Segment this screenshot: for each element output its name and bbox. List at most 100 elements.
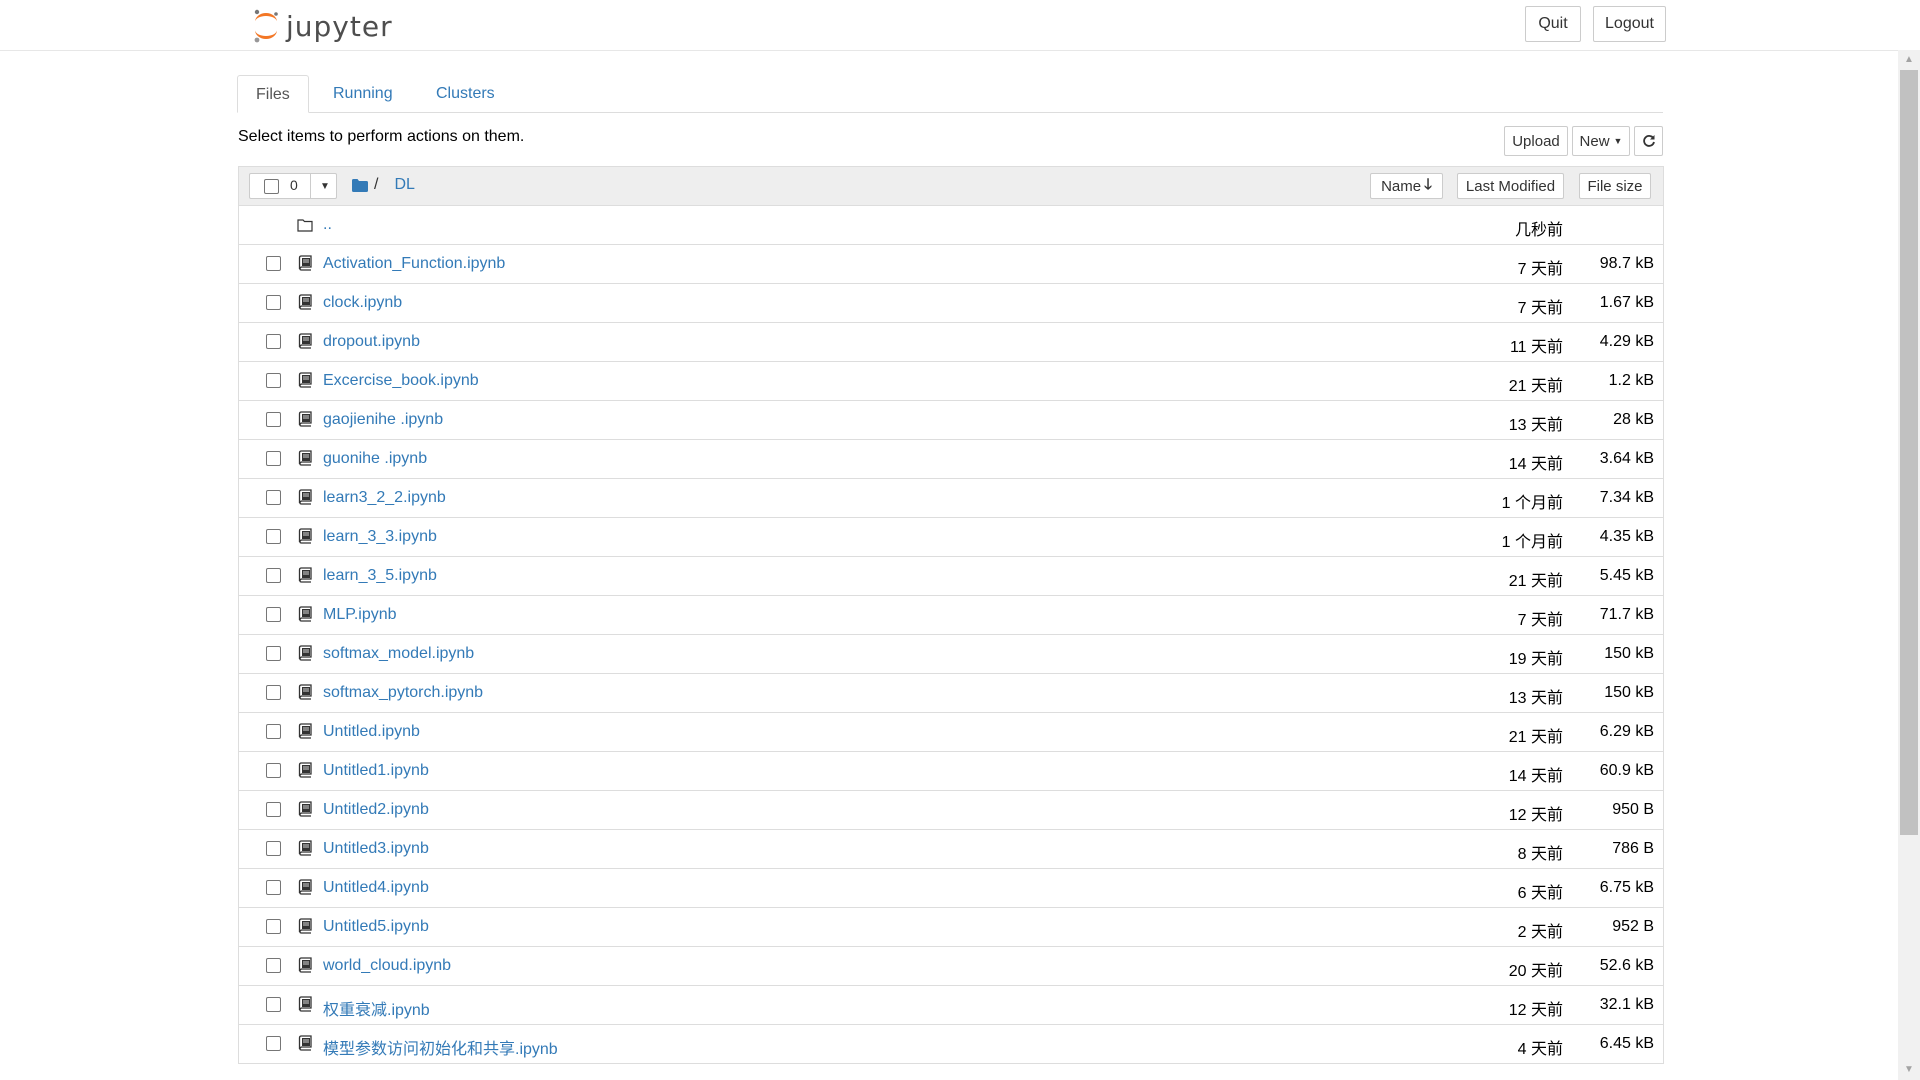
file-checkbox[interactable] [266, 1036, 281, 1051]
file-name-link[interactable]: Untitled3.ipynb [323, 840, 429, 858]
file-row[interactable]: Activation_Function.ipynb 7 天前 98.7 kB [239, 245, 1663, 284]
folder-icon[interactable] [352, 178, 368, 192]
file-checkbox[interactable] [266, 880, 281, 895]
file-checkbox[interactable] [266, 256, 281, 271]
file-checkbox[interactable] [266, 295, 281, 310]
file-checkbox[interactable] [266, 334, 281, 349]
vertical-scrollbar[interactable]: ▲ ▼ [1898, 50, 1920, 1080]
file-row[interactable]: Untitled1.ipynb 14 天前 60.9 kB [239, 752, 1663, 791]
file-name-link[interactable]: MLP.ipynb [323, 606, 397, 624]
upload-button[interactable]: Upload [1504, 126, 1568, 156]
file-name-link[interactable]: world_cloud.ipynb [323, 957, 451, 975]
file-checkbox[interactable] [266, 919, 281, 934]
notebook-icon [298, 333, 312, 349]
sort-by-modified-button[interactable]: Last Modified [1457, 173, 1564, 199]
file-name-link[interactable]: Untitled2.ipynb [323, 801, 429, 819]
file-name-link[interactable]: 权重衰减.ipynb [323, 996, 430, 1020]
file-name-link[interactable]: softmax_pytorch.ipynb [323, 684, 483, 702]
refresh-button[interactable] [1634, 126, 1663, 156]
tab-clusters[interactable]: Clusters [418, 75, 513, 112]
file-checkbox[interactable] [266, 568, 281, 583]
tab-running[interactable]: Running [315, 75, 411, 112]
scroll-up-arrow-icon[interactable]: ▲ [1898, 50, 1920, 70]
file-checkbox[interactable] [266, 958, 281, 973]
file-row[interactable]: Untitled5.ipynb 2 天前 952 B [239, 908, 1663, 947]
file-checkbox[interactable] [266, 412, 281, 427]
sort-by-name-button[interactable]: Name 🡓 [1370, 173, 1443, 199]
file-checkbox[interactable] [266, 451, 281, 466]
file-row[interactable]: learn_3_3.ipynb 1 个月前 4.35 kB [239, 518, 1663, 557]
file-modified: 13 天前 [1508, 690, 1563, 707]
file-size: 98.7 kB [1599, 255, 1654, 272]
top-header: jupyter Quit Logout [0, 0, 1898, 51]
tab-files[interactable]: Files [237, 75, 309, 113]
file-row[interactable]: MLP.ipynb 7 天前 71.7 kB [239, 596, 1663, 635]
file-row[interactable]: dropout.ipynb 11 天前 4.29 kB [239, 323, 1663, 362]
file-row[interactable]: gaojienihe .ipynb 13 天前 28 kB [239, 401, 1663, 440]
file-size: 5.45 kB [1599, 567, 1654, 584]
file-row[interactable]: 模型参数访问初始化和共享.ipynb 4 天前 6.45 kB [239, 1025, 1663, 1064]
scrollbar-thumb[interactable] [1900, 70, 1918, 835]
file-row[interactable]: learn_3_5.ipynb 21 天前 5.45 kB [239, 557, 1663, 596]
file-row[interactable]: softmax_model.ipynb 19 天前 150 kB [239, 635, 1663, 674]
scroll-down-arrow-icon[interactable]: ▼ [1898, 1060, 1920, 1080]
file-checkbox[interactable] [266, 997, 281, 1012]
select-dropdown-toggle[interactable]: ▼ [310, 173, 339, 199]
notebook-icon [298, 762, 312, 778]
sort-name-label: Name [1381, 177, 1422, 195]
file-modified: 21 天前 [1508, 378, 1563, 395]
file-row[interactable]: clock.ipynb 7 天前 1.67 kB [239, 284, 1663, 323]
file-row[interactable]: guonihe .ipynb 14 天前 3.64 kB [239, 440, 1663, 479]
quit-button[interactable]: Quit [1525, 6, 1581, 42]
file-checkbox[interactable] [266, 529, 281, 544]
file-modified: 1 个月前 [1501, 495, 1563, 512]
select-all-checkbox[interactable] [264, 179, 279, 194]
file-name-link[interactable]: softmax_model.ipynb [323, 645, 474, 663]
file-row[interactable]: Untitled2.ipynb 12 天前 950 B [239, 791, 1663, 830]
sort-by-size-button[interactable]: File size [1579, 173, 1651, 199]
file-name-link[interactable]: Untitled4.ipynb [323, 879, 429, 897]
file-row[interactable]: softmax_pytorch.ipynb 13 天前 150 kB [239, 674, 1663, 713]
file-checkbox[interactable] [266, 685, 281, 700]
file-row[interactable]: Untitled.ipynb 21 天前 6.29 kB [239, 713, 1663, 752]
parent-directory-row[interactable]: .. 几秒前 [239, 206, 1663, 245]
file-size: 786 B [1612, 840, 1654, 857]
file-name-link[interactable]: 模型参数访问初始化和共享.ipynb [323, 1035, 558, 1059]
file-modified: 13 天前 [1508, 417, 1563, 434]
file-name-link[interactable]: Untitled.ipynb [323, 723, 420, 741]
select-all-group[interactable]: 0 ▼ [249, 173, 337, 199]
new-dropdown-button[interactable]: New ▼ [1572, 126, 1630, 156]
file-name-link[interactable]: learn_3_5.ipynb [323, 567, 437, 585]
breadcrumb-dir-link[interactable]: DL [394, 176, 414, 194]
file-row[interactable]: Untitled4.ipynb 6 天前 6.75 kB [239, 869, 1663, 908]
file-name-link[interactable]: Activation_Function.ipynb [323, 255, 505, 273]
caret-down-icon: ▼ [1613, 136, 1623, 146]
file-name-link[interactable]: learn_3_3.ipynb [323, 528, 437, 546]
file-name-link[interactable]: learn3_2_2.ipynb [323, 489, 446, 507]
file-name-link[interactable]: Untitled5.ipynb [323, 918, 429, 936]
file-name-link[interactable]: Excercise_book.ipynb [323, 372, 479, 390]
file-checkbox[interactable] [266, 802, 281, 817]
file-checkbox[interactable] [266, 763, 281, 778]
file-size: 150 kB [1604, 684, 1654, 701]
file-row[interactable]: Untitled3.ipynb 8 天前 786 B [239, 830, 1663, 869]
file-checkbox[interactable] [266, 373, 281, 388]
file-name-link[interactable]: dropout.ipynb [323, 333, 420, 351]
file-checkbox[interactable] [266, 490, 281, 505]
file-checkbox[interactable] [266, 607, 281, 622]
parent-directory-link[interactable]: .. [323, 216, 332, 234]
file-name-link[interactable]: Untitled1.ipynb [323, 762, 429, 780]
file-checkbox[interactable] [266, 646, 281, 661]
file-row[interactable]: Excercise_book.ipynb 21 天前 1.2 kB [239, 362, 1663, 401]
file-row[interactable]: 权重衰减.ipynb 12 天前 32.1 kB [239, 986, 1663, 1025]
jupyter-logo[interactable]: jupyter [252, 6, 393, 46]
file-name-link[interactable]: guonihe .ipynb [323, 450, 427, 468]
logout-button[interactable]: Logout [1593, 6, 1666, 42]
file-checkbox[interactable] [266, 841, 281, 856]
refresh-icon [1642, 135, 1655, 147]
file-name-link[interactable]: clock.ipynb [323, 294, 402, 312]
file-name-link[interactable]: gaojienihe .ipynb [323, 411, 443, 429]
file-row[interactable]: world_cloud.ipynb 20 天前 52.6 kB [239, 947, 1663, 986]
file-row[interactable]: learn3_2_2.ipynb 1 个月前 7.34 kB [239, 479, 1663, 518]
file-checkbox[interactable] [266, 724, 281, 739]
